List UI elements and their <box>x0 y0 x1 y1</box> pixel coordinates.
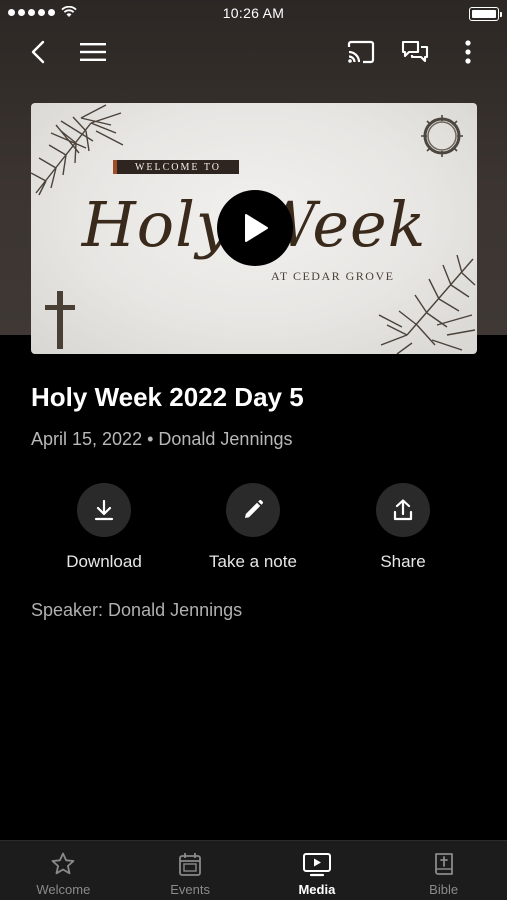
bottom-tab-bar: Welcome Events Media Bible <box>0 840 507 900</box>
speaker-info: Speaker: Donald Jennings <box>31 600 243 620</box>
tab-bible-label: Bible <box>429 882 459 897</box>
share-button[interactable]: Share <box>328 483 478 572</box>
bible-icon <box>434 853 453 875</box>
star-icon <box>51 852 75 875</box>
status-bar: 10:26 AM <box>0 0 507 28</box>
share-icon <box>393 499 413 521</box>
pine-branch-bottom-right-icon <box>378 255 476 354</box>
sermon-title: Holy Week 2022 Day 5 <box>31 382 304 412</box>
tab-events-label: Events <box>170 882 210 897</box>
video-subtitle: AT CEDAR GROVE <box>271 269 395 283</box>
status-time: 10:26 AM <box>222 5 285 21</box>
battery-icon <box>469 7 502 21</box>
share-label: Share <box>380 552 426 571</box>
play-icon <box>245 214 268 242</box>
welcome-banner: WELCOME TO <box>113 160 239 174</box>
share-circle <box>376 483 430 537</box>
calendar-icon <box>179 853 202 876</box>
download-circle <box>77 483 131 537</box>
tab-media[interactable]: Media <box>254 841 381 900</box>
pine-branch-top-left-icon <box>31 104 124 196</box>
back-button[interactable] <box>22 36 54 68</box>
chat-bubbles-icon <box>401 40 429 63</box>
sermon-meta: April 15, 2022 • Donald Jennings <box>31 429 293 449</box>
download-label: Download <box>66 552 142 571</box>
pencil-icon <box>245 499 264 518</box>
download-icon <box>94 499 114 521</box>
download-button[interactable]: Download <box>29 483 179 572</box>
cast-button[interactable] <box>345 36 377 68</box>
take-note-label: Take a note <box>209 552 297 571</box>
tv-play-icon <box>302 853 331 877</box>
cast-icon <box>347 40 375 64</box>
more-vertical-icon <box>465 40 471 64</box>
tab-events[interactable]: Events <box>127 841 254 900</box>
video-thumbnail[interactable]: WELCOME TO Holy Week AT CEDAR GROVE <box>31 103 477 354</box>
play-button[interactable] <box>217 190 293 266</box>
thorn-crown-icon <box>421 115 463 157</box>
menu-button[interactable] <box>77 36 109 68</box>
chat-button[interactable] <box>399 36 431 68</box>
welcome-banner-text: WELCOME TO <box>134 161 221 173</box>
hamburger-icon <box>80 43 106 61</box>
top-bar <box>0 30 507 74</box>
more-options-button[interactable] <box>452 36 484 68</box>
cross-icon <box>45 291 75 349</box>
chevron-left-icon <box>31 40 45 64</box>
tab-media-label: Media <box>298 882 336 897</box>
tab-welcome[interactable]: Welcome <box>0 841 127 900</box>
tab-welcome-label: Welcome <box>36 882 91 897</box>
take-note-circle <box>226 483 280 537</box>
tab-bible[interactable]: Bible <box>380 841 507 900</box>
take-note-button[interactable]: Take a note <box>178 483 328 572</box>
